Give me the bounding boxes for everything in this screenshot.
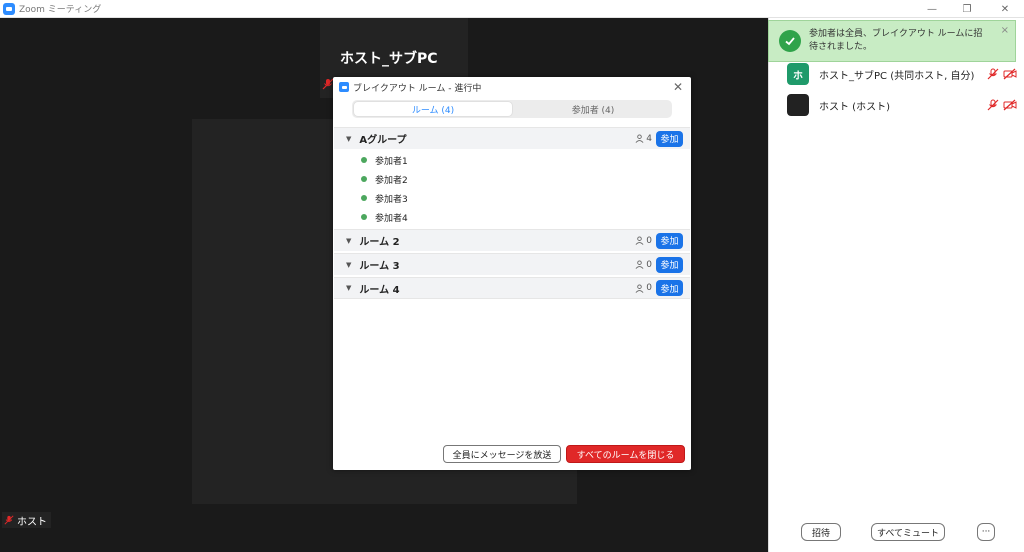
online-status-icon — [361, 195, 367, 201]
caret-down-icon[interactable]: ▼ — [346, 237, 351, 245]
muted-mic-icon — [4, 515, 14, 525]
broadcast-message-button[interactable]: 全員にメッセージを放送 — [443, 445, 561, 463]
invite-button[interactable]: 招待 — [801, 523, 841, 541]
breakout-rooms-dialog: ブレイクアウト ルーム - 進行中 ✕ ルーム (4) 参加者 (4) ▼ Aグ… — [333, 77, 691, 470]
caret-down-icon[interactable]: ▼ — [346, 284, 351, 292]
participant-name: ホスト (ホスト) — [819, 101, 890, 113]
list-item: 参加者1 — [361, 151, 408, 169]
room-count-value: 0 — [646, 283, 652, 293]
muted-mic-icon[interactable] — [987, 68, 999, 80]
join-room-button[interactable]: 参加 — [656, 130, 683, 147]
room-row[interactable]: ▼ Aグループ 4 参加 — [334, 127, 690, 149]
room-name: ルーム 2 — [359, 237, 400, 248]
mute-all-button[interactable]: すべてミュート — [871, 523, 945, 541]
room-row[interactable]: ▼ ルーム 3 0 参加 — [334, 253, 690, 275]
member-name: 参加者4 — [375, 213, 408, 224]
zoom-app-icon — [339, 82, 349, 92]
muted-mic-icon[interactable] — [987, 99, 999, 111]
online-status-icon — [361, 157, 367, 163]
person-icon — [635, 260, 644, 269]
tab-participants[interactable]: 参加者 (4) — [514, 100, 672, 118]
more-options-button[interactable]: ··· — [977, 523, 995, 541]
window-close-button[interactable]: ✕ — [990, 0, 1020, 18]
participant-status-icons — [987, 68, 1017, 80]
avatar: ホ — [787, 63, 809, 85]
avatar — [787, 94, 809, 116]
close-all-rooms-button[interactable]: すべてのルームを閉じる — [566, 445, 685, 463]
host-tile-name: ホスト_サブPC — [340, 51, 438, 67]
self-name-text: ホスト — [17, 516, 47, 528]
invite-toast: 参加者は全員、ブレイクアウト ルームに招待されました。 × — [768, 20, 1016, 62]
join-room-button[interactable]: 参加 — [656, 256, 683, 273]
check-circle-icon — [779, 30, 801, 52]
participant-row[interactable]: ホスト (ホスト) — [787, 93, 1017, 117]
title-bar: Zoom ミーティング — ❐ ✕ — [0, 0, 1024, 18]
online-status-icon — [361, 176, 367, 182]
participant-status-icons — [987, 99, 1017, 111]
minimize-button[interactable]: — — [917, 0, 947, 18]
join-room-button[interactable]: 参加 — [656, 280, 683, 296]
member-name: 参加者3 — [375, 194, 408, 205]
self-name-label: ホスト — [2, 512, 51, 528]
room-name: ルーム 3 — [359, 261, 400, 272]
room-member-count: 0 — [635, 236, 652, 246]
room-member-count: 4 — [635, 134, 652, 144]
caret-down-icon[interactable]: ▼ — [346, 135, 351, 143]
join-room-button[interactable]: 参加 — [656, 232, 683, 249]
dialog-close-icon[interactable]: ✕ — [673, 80, 683, 94]
zoom-app-icon — [3, 2, 15, 15]
window-title: Zoom ミーティング — [19, 5, 102, 15]
dialog-title: ブレイクアウト ルーム - 進行中 — [353, 83, 482, 94]
list-item: 参加者2 — [361, 170, 408, 188]
online-status-icon — [361, 214, 367, 220]
toast-message: 参加者は全員、ブレイクアウト ルームに招待されました。 — [809, 29, 983, 52]
member-name: 参加者1 — [375, 156, 408, 167]
list-item: 参加者3 — [361, 189, 408, 207]
person-icon — [635, 134, 644, 143]
tab-rooms[interactable]: ルーム (4) — [353, 101, 513, 117]
person-icon — [635, 283, 644, 293]
room-row[interactable]: ▼ ルーム 2 0 参加 — [334, 229, 690, 251]
room-count-value: 0 — [646, 235, 652, 246]
person-icon — [635, 236, 644, 245]
participant-name: ホスト_サブPC (共同ホスト, 自分) — [819, 70, 975, 82]
restore-button[interactable]: ❐ — [952, 0, 982, 18]
participant-row[interactable]: ホ ホスト_サブPC (共同ホスト, 自分) — [787, 62, 1017, 86]
room-count-value: 0 — [646, 259, 652, 270]
room-row[interactable]: ▼ ルーム 4 0 参加 — [334, 277, 690, 299]
list-item: 参加者4 — [361, 208, 408, 226]
participants-panel: ホ ホスト_サブPC (共同ホスト, 自分) ホスト (ホスト) 招待 すべてミ… — [768, 18, 1024, 552]
room-member-count: 0 — [635, 283, 652, 293]
room-name: Aグループ — [359, 135, 407, 146]
toast-close-icon[interactable]: × — [1001, 25, 1009, 36]
member-name: 参加者2 — [375, 175, 408, 186]
dialog-header: ブレイクアウト ルーム - 進行中 ✕ — [333, 77, 691, 97]
room-name: ルーム 4 — [359, 284, 400, 296]
room-count-value: 4 — [646, 133, 652, 144]
video-off-icon[interactable] — [1003, 99, 1017, 111]
room-member-count: 0 — [635, 260, 652, 270]
breakout-tabs: ルーム (4) 参加者 (4) — [352, 100, 672, 118]
video-off-icon[interactable] — [1003, 68, 1017, 80]
caret-down-icon[interactable]: ▼ — [346, 261, 351, 269]
